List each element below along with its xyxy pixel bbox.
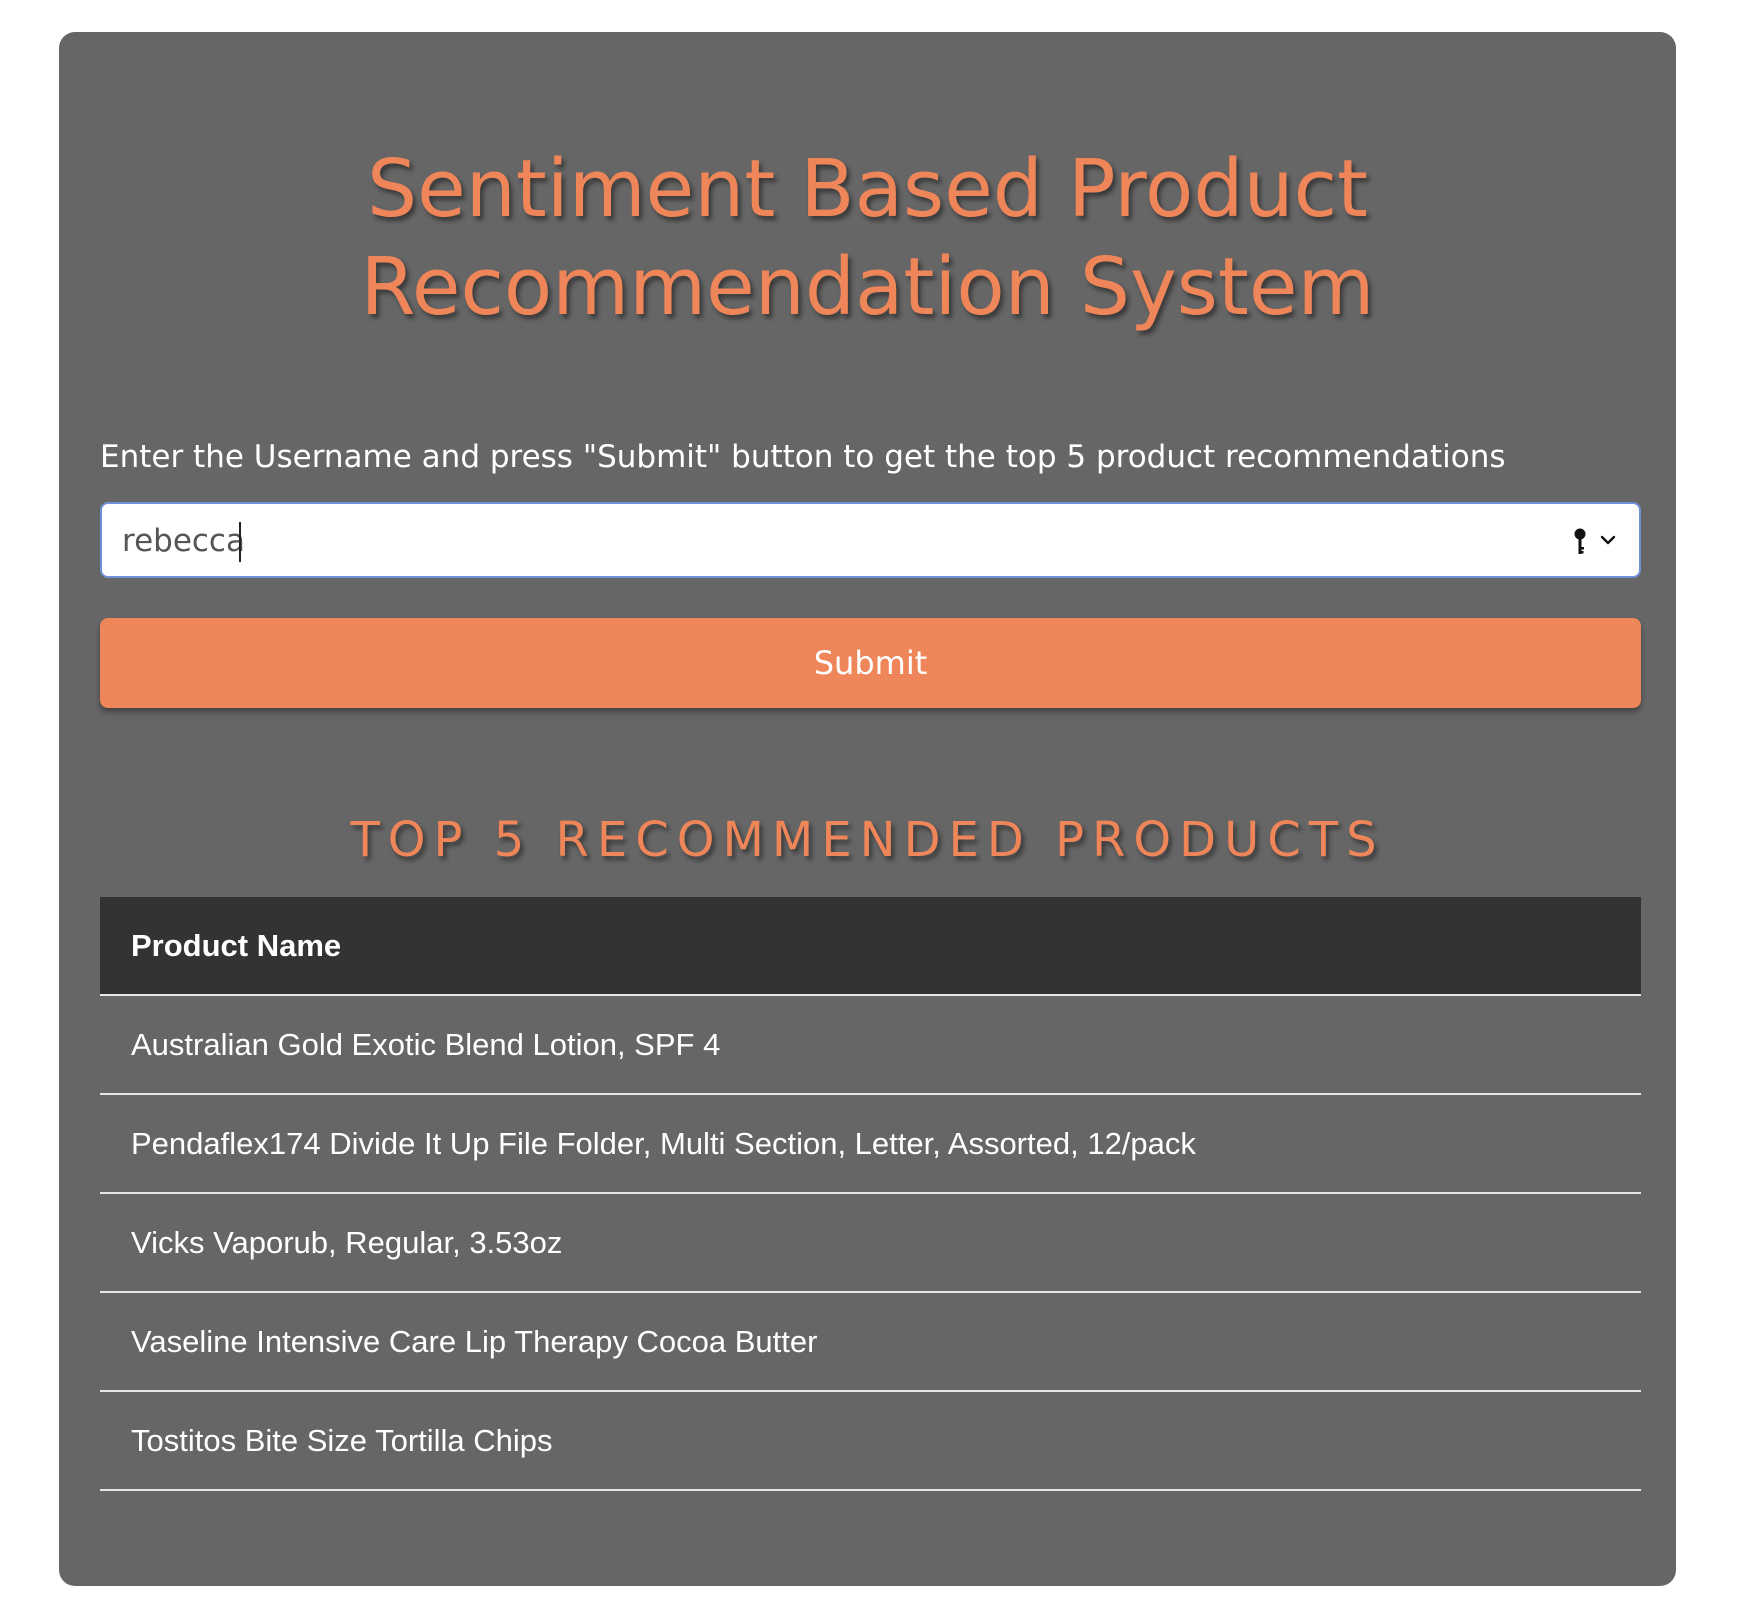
product-name-cell: Vicks Vaporub, Regular, 3.53oz xyxy=(100,1193,1641,1293)
text-caret xyxy=(239,522,241,562)
table-row: Vicks Vaporub, Regular, 3.53oz xyxy=(100,1193,1641,1293)
main-panel: Sentiment Based Product Recommendation S… xyxy=(59,32,1676,1586)
table-header-row: Product Name xyxy=(100,897,1641,996)
product-name-cell: Vaseline Intensive Care Lip Therapy Coco… xyxy=(100,1292,1641,1392)
column-header-product-name: Product Name xyxy=(100,897,1641,996)
table-row: Vaseline Intensive Care Lip Therapy Coco… xyxy=(100,1292,1641,1392)
username-field[interactable] xyxy=(100,502,1641,578)
username-input[interactable] xyxy=(122,514,1542,568)
recommendations-table: Product Name Australian Gold Exotic Blen… xyxy=(100,897,1641,1491)
submit-button[interactable]: Submit xyxy=(100,618,1641,708)
page-title-line-1: Sentiment Based Product xyxy=(366,143,1369,235)
page-title: Sentiment Based Product Recommendation S… xyxy=(59,140,1676,336)
chevron-down-icon[interactable] xyxy=(1599,531,1617,549)
table-row: Tostitos Bite Size Tortilla Chips xyxy=(100,1391,1641,1491)
product-name-cell: Pendaflex174 Divide It Up File Folder, M… xyxy=(100,1094,1641,1194)
product-name-cell: Tostitos Bite Size Tortilla Chips xyxy=(100,1391,1641,1491)
key-icon[interactable] xyxy=(1573,528,1587,556)
recommendations-heading: TOP 5 RECOMMENDED PRODUCTS xyxy=(350,812,1385,868)
instructions-text: Enter the Username and press "Submit" bu… xyxy=(100,439,1506,475)
product-name-cell: Australian Gold Exotic Blend Lotion, SPF… xyxy=(100,995,1641,1095)
table-row: Australian Gold Exotic Blend Lotion, SPF… xyxy=(100,995,1641,1095)
table-row: Pendaflex174 Divide It Up File Folder, M… xyxy=(100,1094,1641,1194)
page-title-line-2: Recommendation System xyxy=(360,241,1375,333)
